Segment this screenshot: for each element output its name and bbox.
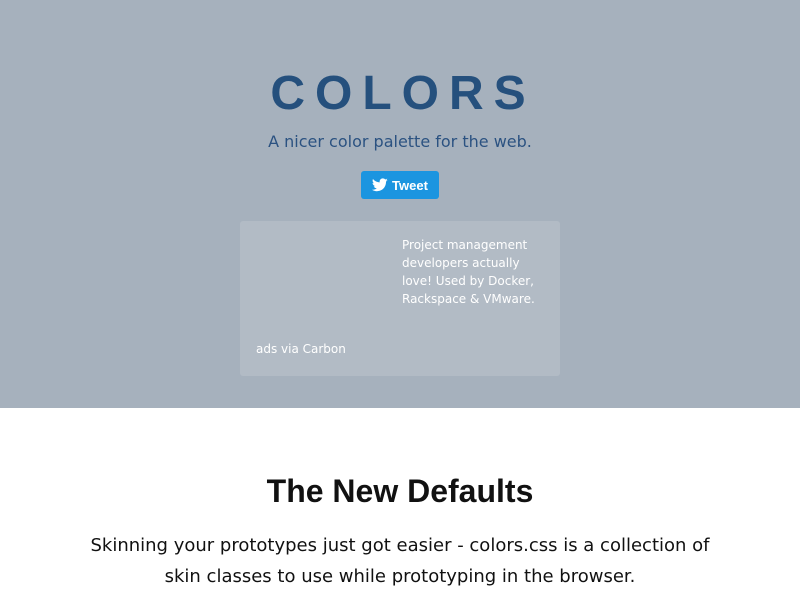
section-title: The New Defaults xyxy=(266,473,534,509)
site-logo: COLORS xyxy=(270,67,536,120)
tweet-button[interactable]: Tweet xyxy=(361,171,439,199)
main-content: The New Defaults Skinning your prototype… xyxy=(0,408,800,600)
twitter-bird-icon xyxy=(372,178,388,192)
ad-image[interactable] xyxy=(255,236,385,336)
tweet-button-label: Tweet xyxy=(392,177,428,193)
ads-via-carbon-link[interactable]: ads via Carbon xyxy=(256,342,346,356)
carbon-ad: Project management developers actually l… xyxy=(240,221,560,376)
hero-header: COLORS A nicer color palette for the web… xyxy=(0,0,800,408)
section-description: Skinning your prototypes just got easier… xyxy=(90,535,710,587)
tagline: A nicer color palette for the web. xyxy=(268,132,532,151)
ad-text-link[interactable]: Project management developers actually l… xyxy=(402,236,552,308)
